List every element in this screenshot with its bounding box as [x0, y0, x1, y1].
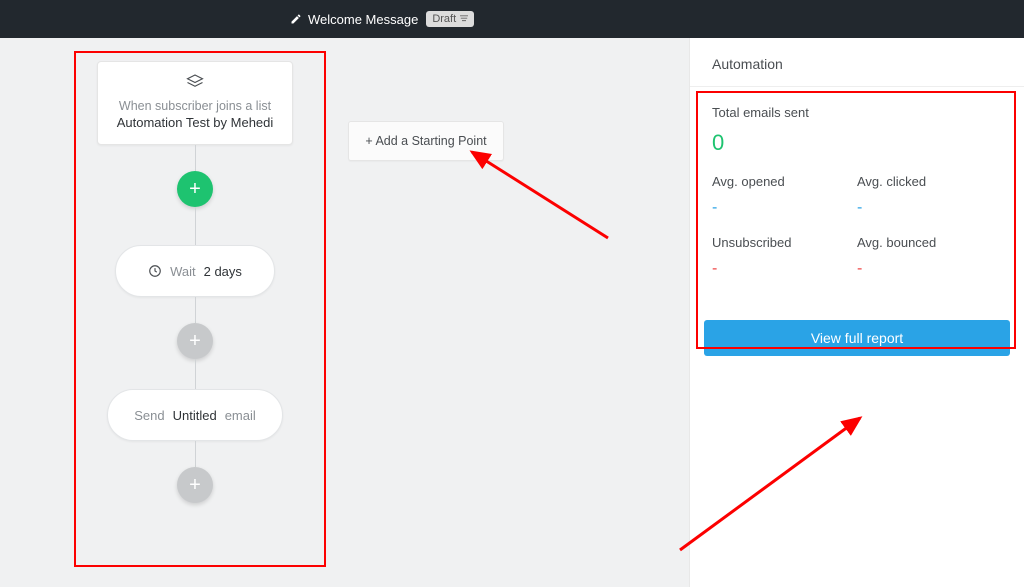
send-prefix: Send — [134, 408, 164, 423]
total-sent-value: 0 — [712, 130, 1002, 156]
avg-clicked-label: Avg. clicked — [857, 174, 1002, 189]
trigger-node[interactable]: When subscriber joins a list Automation … — [97, 61, 293, 145]
status-badge: Draft — [426, 11, 474, 27]
wait-node[interactable]: Wait 2 days — [115, 245, 275, 297]
unsubscribed-value: - — [712, 260, 857, 278]
view-full-report-button[interactable]: View full report — [704, 320, 1010, 356]
send-email-name: Untitled — [173, 408, 217, 423]
add-step-button-grey[interactable]: + — [177, 323, 213, 359]
send-email-node[interactable]: Send Untitled email — [107, 389, 283, 441]
flow-column: When subscriber joins a list Automation … — [97, 61, 293, 503]
add-starting-point-label: + Add a Starting Point — [365, 134, 486, 148]
top-bar: Welcome Message Draft — [0, 0, 1024, 38]
trigger-condition: When subscriber joins a list — [108, 99, 282, 113]
stats-sidebar: Automation Total emails sent 0 Avg. open… — [689, 38, 1024, 587]
add-step-button-grey-2[interactable]: + — [177, 467, 213, 503]
pencil-icon — [290, 13, 302, 25]
connector — [195, 441, 196, 467]
layers-icon — [108, 74, 282, 93]
wait-prefix: Wait — [170, 264, 196, 279]
avg-opened-label: Avg. opened — [712, 174, 857, 189]
connector — [195, 145, 196, 171]
annotation-arrow-2 — [650, 400, 910, 560]
add-starting-point-button[interactable]: + Add a Starting Point — [348, 121, 504, 161]
connector — [195, 359, 196, 389]
automation-title[interactable]: Welcome Message — [308, 12, 418, 27]
status-badge-text: Draft — [432, 13, 456, 25]
trigger-list-name: Automation Test by Mehedi — [108, 115, 282, 130]
unsubscribed-label: Unsubscribed — [712, 235, 857, 250]
connector — [195, 207, 196, 245]
connector — [195, 297, 196, 323]
send-suffix: email — [225, 408, 256, 423]
avg-bounced-label: Avg. bounced — [857, 235, 1002, 250]
clock-icon — [148, 264, 162, 278]
wait-duration: 2 days — [204, 264, 242, 279]
avg-clicked-value: - — [857, 199, 1002, 217]
sidebar-heading: Automation — [690, 56, 1024, 87]
total-sent-label: Total emails sent — [712, 105, 1002, 120]
avg-bounced-value: - — [857, 260, 1002, 278]
add-step-button[interactable]: + — [177, 171, 213, 207]
stats-panel: Total emails sent 0 Avg. opened - Avg. c… — [690, 87, 1024, 302]
automation-canvas[interactable]: When subscriber joins a list Automation … — [0, 38, 689, 587]
avg-opened-value: - — [712, 199, 857, 217]
